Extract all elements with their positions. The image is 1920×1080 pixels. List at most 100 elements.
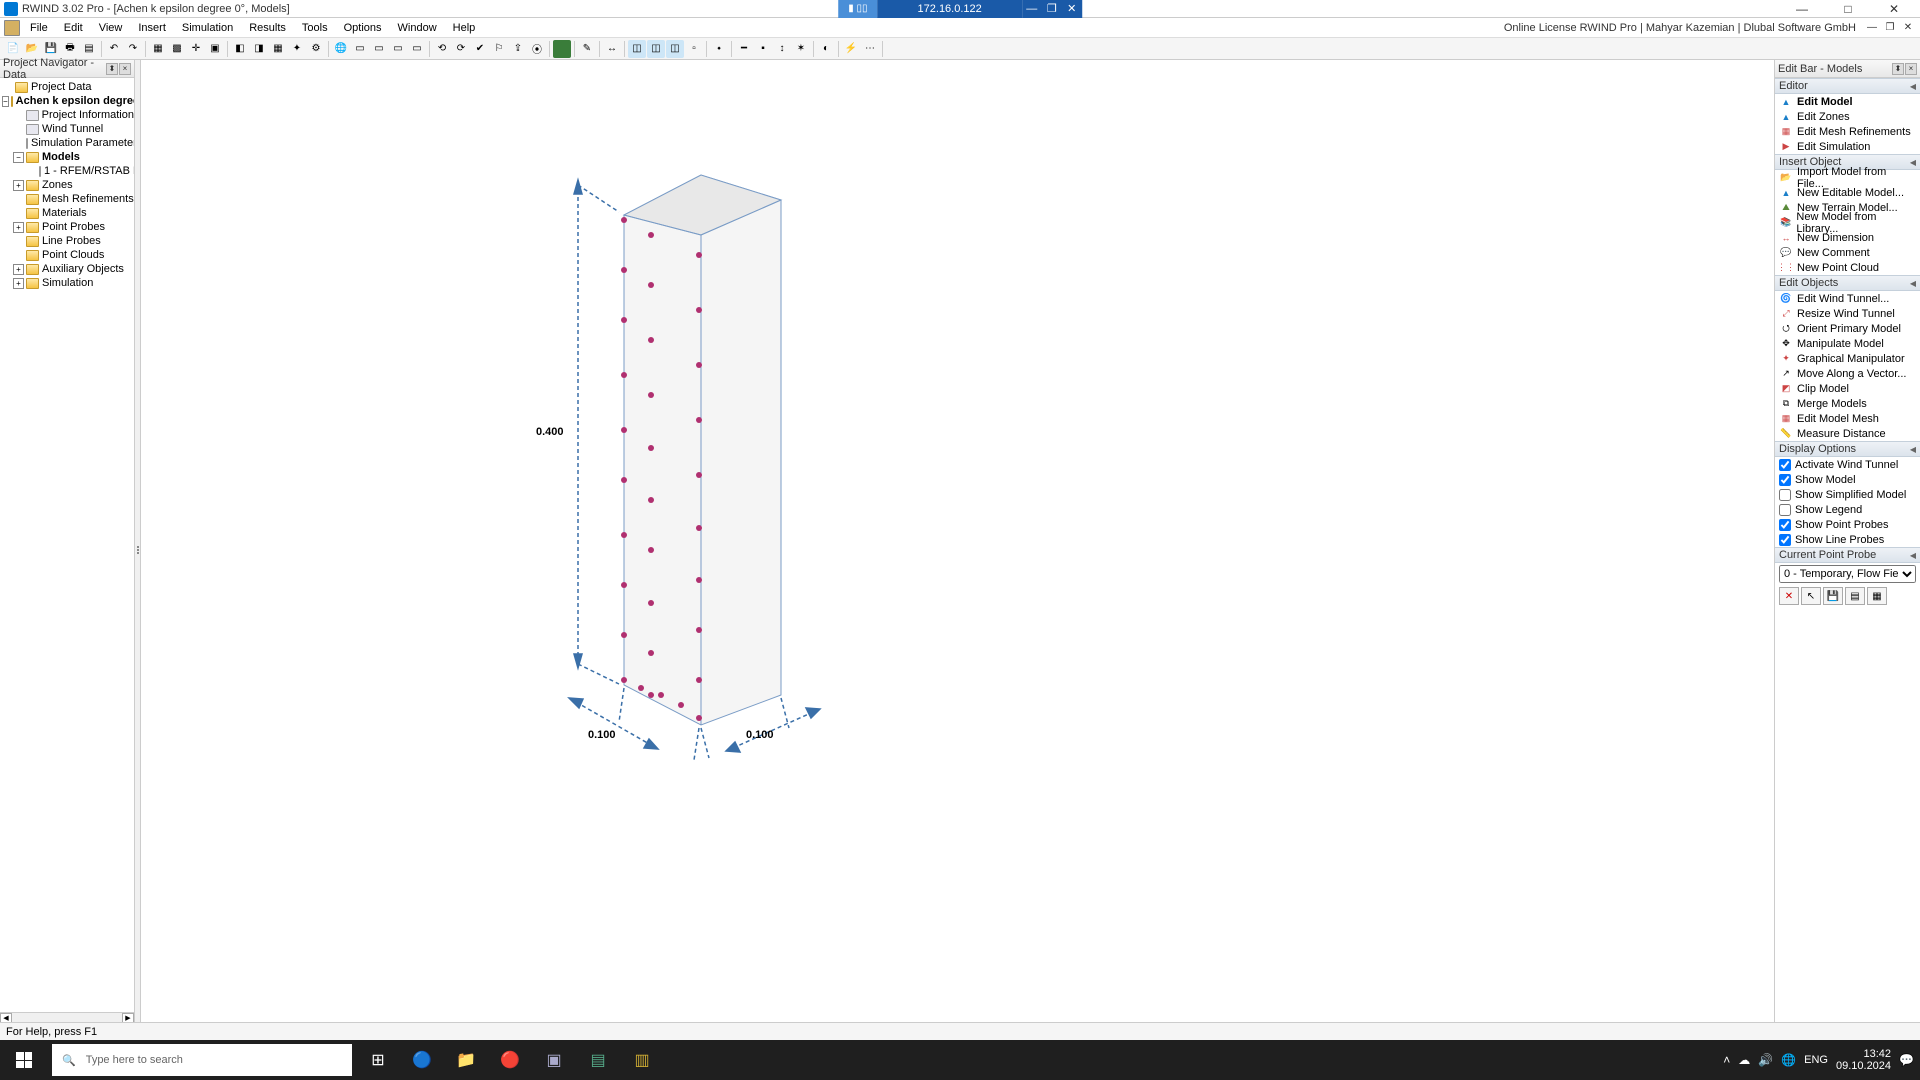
refresh-icon[interactable]: ⟲ [433,40,451,58]
eo-resize[interactable]: ⤢Resize Wind Tunnel [1775,306,1920,321]
app2-icon[interactable]: ▤ [576,1040,620,1080]
gear-icon[interactable]: ⚙ [307,40,325,58]
insert-new-editable[interactable]: ▲New Editable Model... [1775,185,1920,200]
task-view-icon[interactable]: ⊞ [356,1040,400,1080]
editor-edit-mesh[interactable]: ▦Edit Mesh Refinements [1775,124,1920,139]
hl3-icon[interactable]: ◫ [666,40,684,58]
editor-edit-sim[interactable]: ▶Edit Simulation [1775,139,1920,154]
tray-lang[interactable]: ENG [1804,1054,1828,1066]
eo-graphical[interactable]: ✦Graphical Manipulator [1775,351,1920,366]
eo-manipulate[interactable]: ✥Manipulate Model [1775,336,1920,351]
tool8-icon[interactable]: ⋯ [861,40,879,58]
insert-dimension[interactable]: ↔New Dimension [1775,230,1920,245]
tray-notifications-icon[interactable]: 💬 [1899,1053,1914,1067]
tool6-icon[interactable]: ◐ [817,40,835,58]
hl2-icon[interactable]: ◫ [647,40,665,58]
color-icon[interactable] [553,40,571,58]
editor-edit-zones[interactable]: ▲Edit Zones [1775,109,1920,124]
nav-close-icon[interactable]: × [119,63,131,75]
tray-cloud-icon[interactable]: ☁ [1738,1053,1750,1067]
explorer-icon[interactable]: 📁 [444,1040,488,1080]
flag-icon[interactable]: ⚐ [490,40,508,58]
axis-icon[interactable]: ✛ [187,40,205,58]
probe-select[interactable]: 0 - Temporary, Flow Field [1779,565,1916,583]
mdi-min-button[interactable]: — [1864,21,1880,35]
taskbar-search[interactable]: 🔍 Type here to search [52,1044,352,1076]
eb-close-icon[interactable]: × [1905,63,1917,75]
probe-pick-button[interactable]: ↖ [1801,587,1821,605]
probe-delete-button[interactable]: ✕ [1779,587,1799,605]
disp-simplified[interactable]: Show Simplified Model [1775,487,1920,502]
box1-icon[interactable]: ◧ [231,40,249,58]
tool3-icon[interactable]: ▪ [754,40,772,58]
box3-icon[interactable]: ▦ [269,40,287,58]
tree-hscroll[interactable]: ◀▶ [0,1012,134,1022]
win1-icon[interactable]: ▭ [351,40,369,58]
viewport-3d[interactable]: 0.400 0.100 0.100 ▲Models ▲Zo [141,60,1775,1040]
probe-grid-button[interactable]: ▦ [1867,587,1887,605]
win2-icon[interactable]: ▭ [370,40,388,58]
disp-pointprobes[interactable]: Show Point Probes [1775,517,1920,532]
export-icon[interactable]: ▤ [80,40,98,58]
menu-window[interactable]: Window [390,18,445,37]
menu-options[interactable]: Options [336,18,390,37]
window-maximize-button[interactable]: □ [1826,0,1870,18]
tv-max-icon[interactable]: ❐ [1042,0,1062,18]
eo-orient[interactable]: ⭯Orient Primary Model [1775,321,1920,336]
disp-lineprobes[interactable]: Show Line Probes [1775,532,1920,547]
insert-import[interactable]: 📂Import Model from File... [1775,170,1920,185]
probe-list-button[interactable]: ▤ [1845,587,1865,605]
star-icon[interactable]: ✦ [288,40,306,58]
select-icon[interactable]: ▣ [206,40,224,58]
nav-pin-icon[interactable]: ⬍ [106,63,118,75]
tool5-icon[interactable]: ✶ [792,40,810,58]
tool2-icon[interactable]: ━ [735,40,753,58]
grid-icon[interactable]: ▦ [149,40,167,58]
start-button[interactable] [0,1040,48,1080]
tv-close-icon[interactable]: ✕ [1062,0,1082,18]
disp-windtunnel[interactable]: Activate Wind Tunnel [1775,457,1920,472]
menu-help[interactable]: Help [445,18,484,37]
tool7-icon[interactable]: ⚡ [842,40,860,58]
menu-edit[interactable]: Edit [56,18,91,37]
app1-icon[interactable]: ▣ [532,1040,576,1080]
app3-icon[interactable]: ▥ [620,1040,664,1080]
eo-windtunnel[interactable]: 🌀Edit Wind Tunnel... [1775,291,1920,306]
new-icon[interactable]: 📄 [4,40,22,58]
tv-min-icon[interactable]: — [1022,0,1042,18]
menu-insert[interactable]: Insert [130,18,174,37]
tool4-icon[interactable]: ↕ [773,40,791,58]
menu-file[interactable]: File [22,18,56,37]
win4-icon[interactable]: ▭ [408,40,426,58]
edge-icon[interactable]: 🔵 [400,1040,444,1080]
hl1-icon[interactable]: ◫ [628,40,646,58]
tray-network-icon[interactable]: 🌐 [1781,1053,1796,1067]
eo-clip[interactable]: ◩Clip Model [1775,381,1920,396]
menu-view[interactable]: View [91,18,131,37]
editor-edit-model[interactable]: ▲Edit Model [1775,94,1920,109]
project-tree[interactable]: Project Data −Achen k epsilon degree Pro… [0,78,134,1012]
check-icon[interactable]: ✔ [471,40,489,58]
insert-comment[interactable]: 💬New Comment [1775,245,1920,260]
export2-icon[interactable]: ⇪ [509,40,527,58]
insert-library[interactable]: 📚New Model from Library... [1775,215,1920,230]
globe-icon[interactable]: 🌐 [332,40,350,58]
eo-measure[interactable]: 📏Measure Distance [1775,426,1920,441]
box2-icon[interactable]: ◨ [250,40,268,58]
pen-icon[interactable]: ✎ [578,40,596,58]
mdi-restore-button[interactable]: ❐ [1882,21,1898,35]
tool1-icon[interactable]: ⬩ [710,40,728,58]
tray-volume-icon[interactable]: 🔊 [1758,1053,1773,1067]
chrome-icon[interactable]: 🔴 [488,1040,532,1080]
eb-pin-icon[interactable]: ⬍ [1892,63,1904,75]
eo-mesh[interactable]: ▦Edit Model Mesh [1775,411,1920,426]
print-icon[interactable]: 🖶 [61,40,79,58]
redo-icon[interactable]: ↷ [124,40,142,58]
app-menu-icon[interactable] [4,20,20,36]
disp-model[interactable]: Show Model [1775,472,1920,487]
dim-icon[interactable]: ↔ [603,40,621,58]
menu-simulation[interactable]: Simulation [174,18,241,37]
mdi-close-button[interactable]: ✕ [1900,21,1916,35]
eo-move-vector[interactable]: ↗Move Along a Vector... [1775,366,1920,381]
tray-chevron-icon[interactable]: ˄ [1723,1053,1730,1067]
